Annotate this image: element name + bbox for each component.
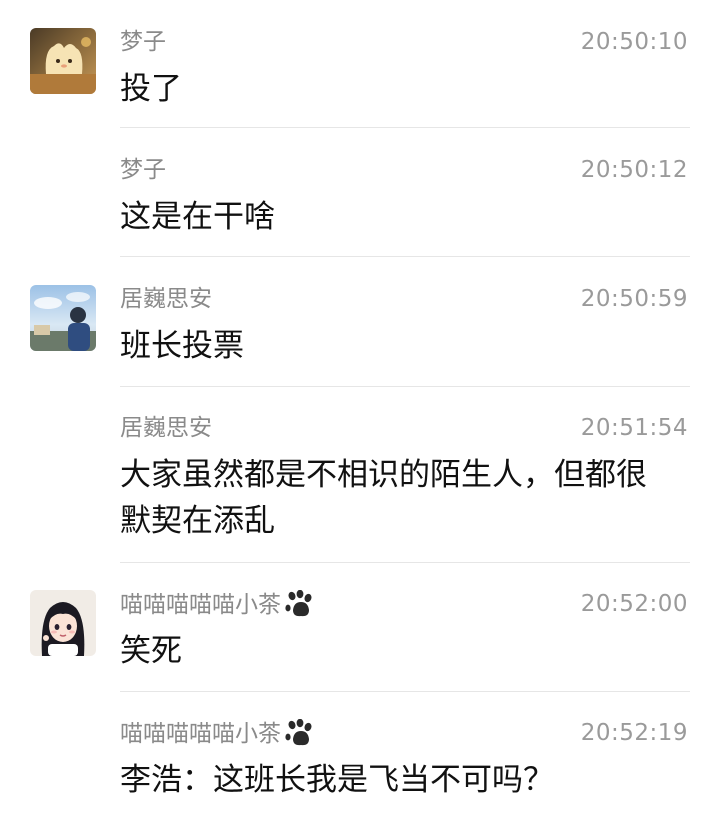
- sender-name-text: 喵喵喵喵喵小茶: [120, 592, 281, 618]
- message-time: 20:52:00: [580, 591, 688, 617]
- sky-person-avatar-icon: [30, 285, 96, 351]
- sender-name-text: 居巍思安: [120, 286, 212, 312]
- message-time: 20:52:19: [580, 720, 688, 746]
- message-text[interactable]: 笑死: [120, 628, 695, 674]
- message-text[interactable]: 大家虽然都是不相识的陌生人，但都很 默契在添乱: [120, 452, 695, 544]
- sender-name-text: 喵喵喵喵喵小茶: [120, 721, 281, 747]
- sender-name[interactable]: 居巍思安: [120, 285, 212, 313]
- message-text[interactable]: 这是在干啥: [120, 194, 695, 240]
- sender-name[interactable]: 梦子: [120, 156, 166, 184]
- message-time: 20:51:54: [580, 415, 688, 441]
- divider: [120, 562, 690, 563]
- chat-message-list[interactable]: 梦子 20:50:10 投了 梦子 20:50:12 这是在干啥 居巍思安 20…: [0, 0, 720, 816]
- anime-girl-avatar-icon: [30, 590, 96, 656]
- message-text[interactable]: 班长投票: [120, 323, 695, 369]
- message-time: 20:50:10: [580, 29, 688, 55]
- sender-name[interactable]: 喵喵喵喵喵小茶: [120, 719, 317, 749]
- paw-icon: [285, 590, 312, 617]
- cat-bread-avatar-icon: [30, 28, 96, 94]
- divider: [120, 127, 690, 128]
- sender-name-text: 梦子: [120, 157, 166, 183]
- avatar[interactable]: [30, 285, 96, 351]
- divider: [120, 256, 690, 257]
- message-time: 20:50:59: [580, 286, 688, 312]
- divider: [120, 691, 690, 692]
- avatar[interactable]: [30, 590, 96, 656]
- message-time: 20:50:12: [580, 157, 688, 183]
- message-text[interactable]: 李浩：这班长我是飞当不可吗？: [120, 757, 695, 803]
- sender-name[interactable]: 居巍思安: [120, 414, 212, 442]
- sender-name-text: 梦子: [120, 29, 166, 55]
- divider: [120, 386, 690, 387]
- message-text[interactable]: 投了: [120, 66, 695, 112]
- paw-icon: [285, 719, 312, 746]
- sender-name-text: 居巍思安: [120, 415, 212, 441]
- avatar[interactable]: [30, 28, 96, 94]
- sender-name[interactable]: 梦子: [120, 28, 166, 56]
- sender-name[interactable]: 喵喵喵喵喵小茶: [120, 590, 317, 620]
